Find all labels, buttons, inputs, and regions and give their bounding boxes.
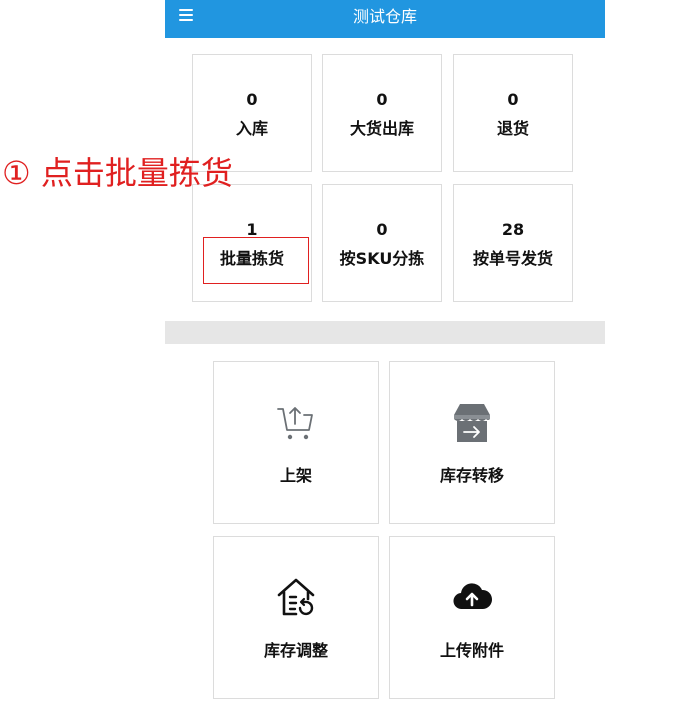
cloud-upload-icon	[453, 583, 493, 610]
stat-label: 按SKU分拣	[339, 249, 425, 268]
stat-count: 28	[501, 220, 525, 239]
section-divider	[165, 321, 605, 344]
stat-card-bulk-outbound[interactable]: 0 大货出库	[322, 54, 442, 172]
stat-card-ship-by-order[interactable]: 28 按单号发货	[453, 184, 573, 302]
function-label: 库存转移	[439, 466, 504, 485]
function-label: 上传附件	[439, 641, 504, 660]
page-title: 测试仓库	[352, 7, 417, 26]
store-transfer-icon	[454, 404, 490, 442]
stat-label: 入库	[235, 119, 268, 138]
cart-upload-icon	[277, 407, 313, 440]
stat-card-sku-sorting[interactable]: 0 按SKU分拣	[322, 184, 442, 302]
phone-screen: 测试仓库 0 入库 0 大货出库 0 退货 1 批量拣货 0 按SKU分拣 28…	[165, 0, 605, 726]
function-label: 库存调整	[263, 641, 328, 660]
house-adjust-icon	[277, 578, 315, 616]
function-card-upload-attachment[interactable]: 上传附件	[389, 536, 555, 699]
tutorial-highlight-box	[203, 237, 309, 284]
stat-count: 0	[376, 220, 388, 239]
stat-count: 0	[376, 90, 388, 109]
stat-label: 按单号发货	[472, 249, 553, 268]
tutorial-annotation-text: ① 点击批量拣货	[2, 154, 233, 192]
top-app-bar: 测试仓库	[165, 0, 605, 38]
stat-card-returns[interactable]: 0 退货	[453, 54, 573, 172]
stat-label: 大货出库	[349, 119, 414, 138]
function-card-stock-adjustment[interactable]: 库存调整	[213, 536, 379, 699]
stat-label: 退货	[496, 119, 529, 138]
function-label: 上架	[279, 466, 312, 485]
stat-count: 0	[507, 90, 519, 109]
function-card-shelving[interactable]: 上架	[213, 361, 379, 524]
function-card-stock-transfer[interactable]: 库存转移	[389, 361, 555, 524]
stat-count: 0	[246, 90, 258, 109]
